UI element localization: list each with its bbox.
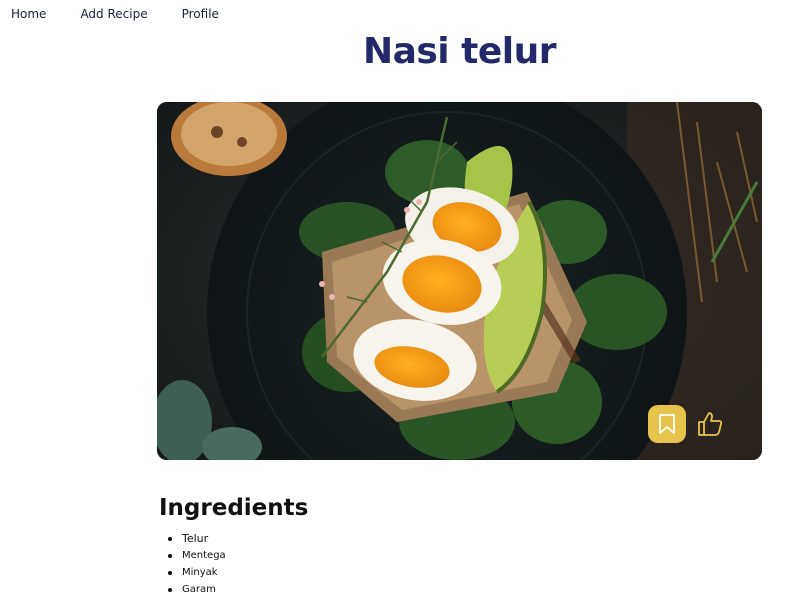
ingredient-item: Telur: [165, 530, 226, 547]
ingredients-list: Telur Mentega Minyak Garam: [165, 530, 226, 598]
bookmark-icon: [659, 414, 675, 434]
nav-profile-link[interactable]: Profile: [182, 6, 219, 22]
bookmark-button[interactable]: [648, 405, 686, 443]
page-title: Nasi telur: [362, 31, 557, 72]
ingredients-heading: Ingredients: [159, 495, 309, 521]
ingredient-item: Minyak: [165, 564, 226, 581]
top-nav: Home Add Recipe Profile: [11, 6, 253, 22]
nav-add-recipe-link[interactable]: Add Recipe: [80, 6, 147, 22]
ingredient-item: Mentega: [165, 547, 226, 564]
like-button[interactable]: [691, 405, 729, 443]
recipe-image: [157, 102, 762, 460]
nav-home-link[interactable]: Home: [11, 6, 46, 22]
ingredient-item: Garam: [165, 581, 226, 598]
thumbs-up-icon: [698, 412, 723, 436]
